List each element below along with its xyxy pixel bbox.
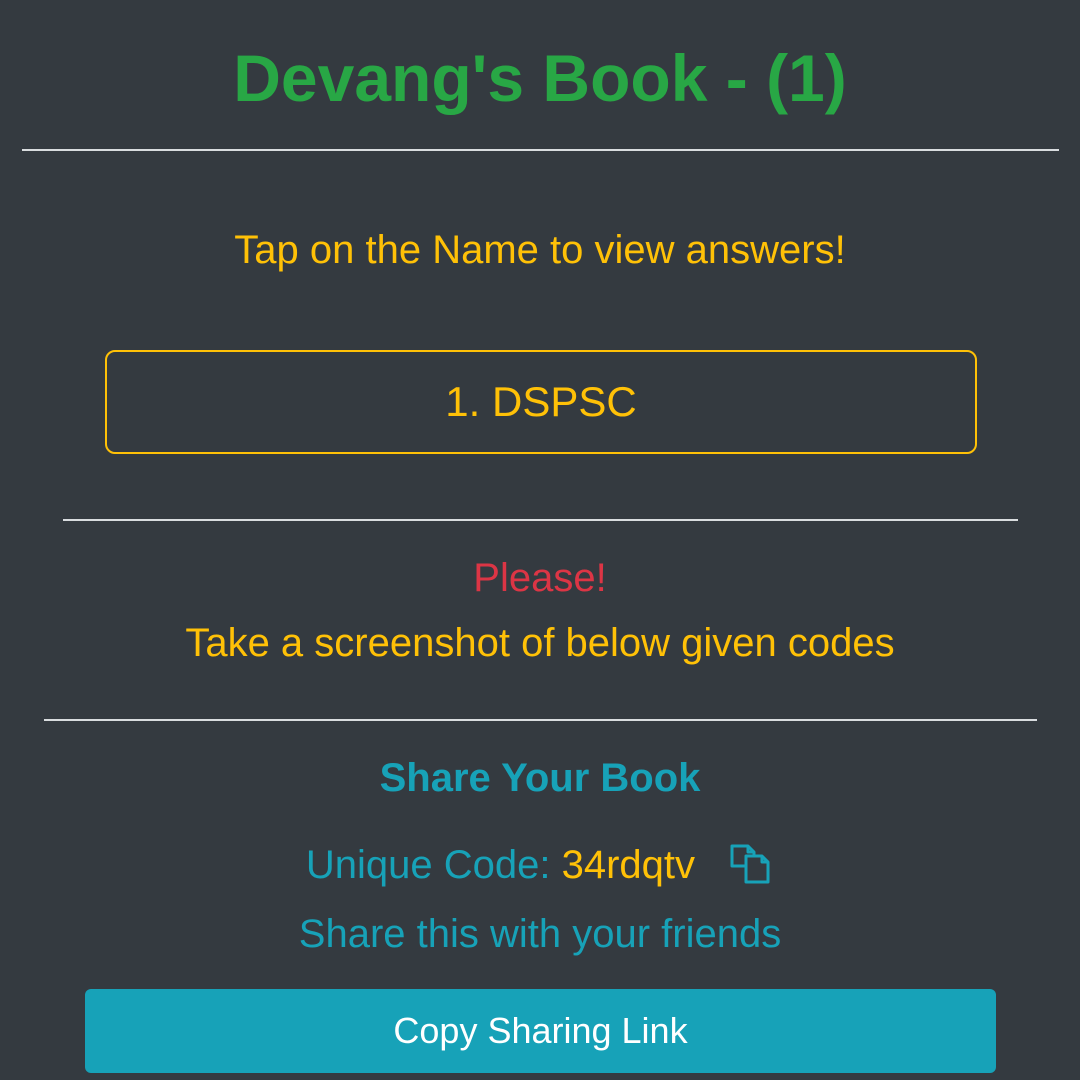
divider-top bbox=[22, 149, 1059, 151]
divider-middle bbox=[63, 519, 1018, 521]
unique-code-line: Unique Code: 34rdqtv bbox=[0, 838, 1080, 892]
share-heading: Share Your Book bbox=[379, 756, 701, 800]
unique-code-label: Unique Code: bbox=[305, 843, 551, 887]
share-friends-text: Share this with your friends bbox=[298, 912, 782, 956]
copy-icon[interactable] bbox=[728, 840, 774, 884]
divider-bottom bbox=[44, 719, 1037, 721]
please-text: Please! bbox=[473, 556, 607, 600]
instruction-text: Tap on the Name to view answers! bbox=[234, 228, 846, 272]
page-title: Devang's Book - (1) bbox=[233, 41, 847, 115]
screenshot-instruction: Take a screenshot of below given codes bbox=[185, 621, 895, 665]
copy-sharing-link-button[interactable]: Copy Sharing Link bbox=[85, 989, 996, 1073]
name-button-dspsc[interactable]: 1. DSPSC bbox=[105, 350, 977, 454]
unique-code-value: 34rdqtv bbox=[561, 843, 696, 887]
